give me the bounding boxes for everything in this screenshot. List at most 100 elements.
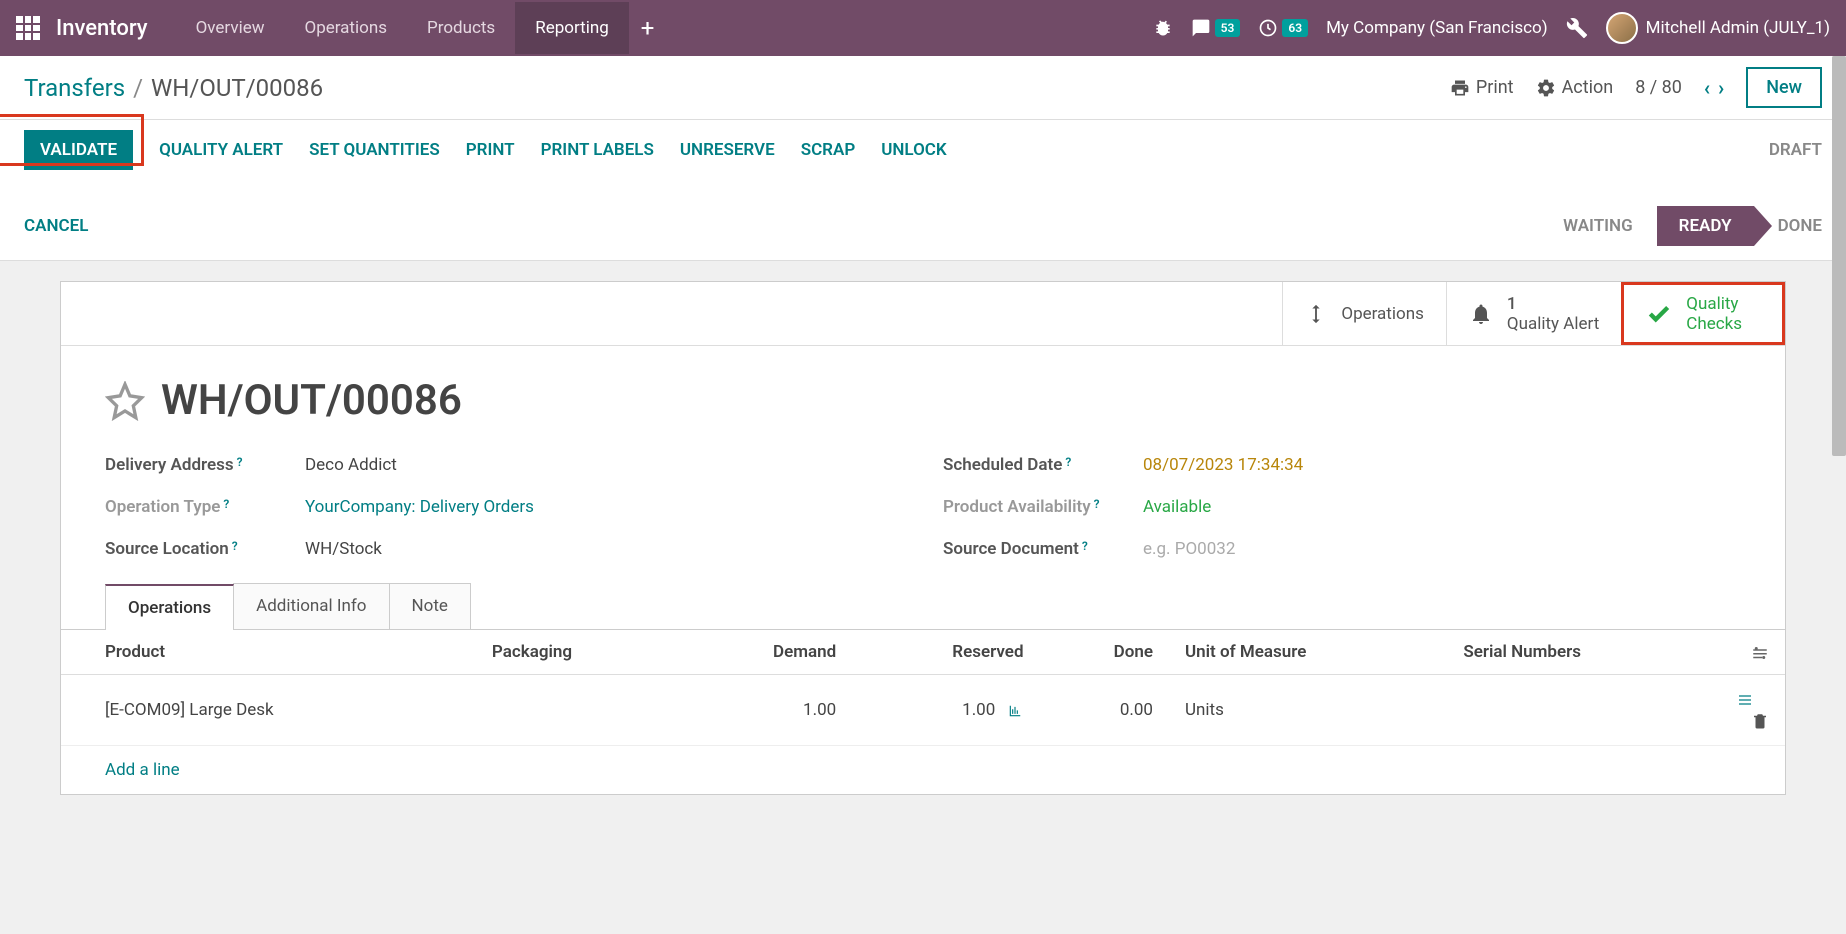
th-done[interactable]: Done (1040, 630, 1169, 675)
source-location-label: Source Location? (105, 539, 305, 559)
activities-icon[interactable]: 63 (1258, 18, 1308, 38)
cell-done[interactable]: 0.00 (1040, 675, 1169, 746)
cell-packaging[interactable] (476, 675, 680, 746)
company-selector[interactable]: My Company (San Francisco) (1326, 18, 1548, 38)
status-draft: DRAFT (1769, 140, 1822, 160)
pager[interactable]: 8 / 80 (1635, 77, 1682, 98)
activities-badge: 63 (1282, 19, 1308, 37)
table-row[interactable]: [E-COM09] Large Desk 1.00 1.00 0.00 Unit… (61, 675, 1785, 746)
stat-operations-label: Operations (1341, 304, 1424, 324)
product-availability-value: Available (1143, 497, 1211, 517)
th-uom[interactable]: Unit of Measure (1169, 630, 1447, 675)
messages-icon[interactable]: 53 (1191, 18, 1241, 38)
bug-icon[interactable] (1153, 18, 1173, 38)
pager-next[interactable]: › (1718, 76, 1724, 100)
status-done[interactable]: DONE (1778, 216, 1822, 236)
pager-prev[interactable]: ‹ (1704, 76, 1710, 100)
source-document-label: Source Document? (943, 539, 1143, 559)
stat-quality-alert-text: 1 Quality Alert (1507, 294, 1599, 334)
product-availability-label: Product Availability? (943, 497, 1143, 517)
forecast-icon[interactable] (1006, 700, 1024, 720)
delivery-address-value[interactable]: Deco Addict (305, 455, 397, 475)
breadcrumb-sep: / (133, 74, 143, 102)
cell-demand[interactable]: 1.00 (679, 675, 852, 746)
cell-uom[interactable]: Units (1169, 675, 1447, 746)
form-wrap: Operations 1 Quality Alert QualityChecks (0, 261, 1846, 815)
nav-item-operations[interactable]: Operations (285, 2, 408, 54)
stat-operations[interactable]: Operations (1282, 282, 1446, 345)
th-reserved[interactable]: Reserved (852, 630, 1039, 675)
stat-quality-checks[interactable]: QualityChecks (1621, 282, 1785, 345)
unlock-button[interactable]: UNLOCK (881, 140, 946, 160)
operation-type-label: Operation Type? (105, 497, 305, 517)
scheduled-date-value[interactable]: 08/07/2023 17:34:34 (1143, 455, 1303, 475)
stat-quality-checks-label: QualityChecks (1686, 294, 1742, 334)
th-settings[interactable] (1719, 630, 1785, 675)
action-bar: VALIDATE QUALITY ALERT SET QUANTITIES PR… (0, 120, 1846, 261)
cell-serial[interactable] (1447, 675, 1719, 746)
cell-actions (1719, 675, 1785, 746)
status-ready[interactable]: READY (1657, 206, 1754, 246)
tab-note[interactable]: Note (389, 583, 471, 629)
scheduled-date-label: Scheduled Date? (943, 455, 1143, 475)
user-menu[interactable]: Mitchell Admin (JULY_1) (1606, 12, 1830, 44)
th-product[interactable]: Product (61, 630, 476, 675)
nav-item-reporting[interactable]: Reporting (515, 2, 629, 54)
operations-table: Product Packaging Demand Reserved Done U… (61, 630, 1785, 794)
add-line-button[interactable]: Add a line (105, 760, 180, 780)
print-labels-button[interactable]: PRINT LABELS (541, 140, 654, 160)
stat-button-row: Operations 1 Quality Alert QualityChecks (61, 282, 1785, 346)
check-icon (1646, 300, 1672, 326)
validate-button[interactable]: VALIDATE (24, 130, 133, 170)
new-button[interactable]: New (1746, 67, 1822, 108)
operation-type-value[interactable]: YourCompany: Delivery Orders (305, 497, 534, 517)
tabs: Operations Additional Info Note (61, 583, 1785, 630)
set-quantities-button[interactable]: SET QUANTITIES (309, 140, 440, 160)
title-row: WH/OUT/00086 (61, 346, 1785, 445)
breadcrumb: Transfers / WH/OUT/00086 (24, 74, 323, 102)
action-button[interactable]: Action (1536, 77, 1614, 98)
source-location-value[interactable]: WH/Stock (305, 539, 382, 559)
arrows-icon (1305, 300, 1327, 328)
cell-reserved[interactable]: 1.00 (852, 675, 1039, 746)
breadcrumb-bar: Transfers / WH/OUT/00086 Print Action 8 … (0, 56, 1846, 120)
document-title: WH/OUT/00086 (161, 376, 462, 425)
scrollbar[interactable] (1832, 56, 1846, 934)
quality-alert-button[interactable]: QUALITY ALERT (159, 140, 283, 160)
apps-icon[interactable] (16, 16, 40, 40)
status-waiting[interactable]: WAITING (1563, 216, 1633, 236)
avatar (1606, 12, 1638, 44)
delete-icon[interactable] (1751, 710, 1769, 731)
scroll-thumb[interactable] (1832, 56, 1846, 456)
nav-item-products[interactable]: Products (407, 2, 515, 54)
print-button[interactable]: Print (1450, 77, 1514, 98)
nav-menu: Overview Operations Products Reporting (176, 2, 629, 54)
tab-additional-info[interactable]: Additional Info (233, 583, 389, 629)
app-brand[interactable]: Inventory (56, 16, 148, 41)
th-demand[interactable]: Demand (679, 630, 852, 675)
breadcrumb-current: WH/OUT/00086 (151, 74, 323, 102)
cell-product[interactable]: [E-COM09] Large Desk (61, 675, 476, 746)
scrap-button[interactable]: SCRAP (801, 140, 856, 160)
star-icon[interactable] (105, 381, 145, 421)
th-serial[interactable]: Serial Numbers (1447, 630, 1719, 675)
tab-operations[interactable]: Operations (105, 584, 234, 630)
breadcrumb-parent[interactable]: Transfers (24, 74, 125, 102)
nav-item-overview[interactable]: Overview (176, 2, 285, 54)
user-name: Mitchell Admin (JULY_1) (1646, 18, 1830, 38)
print-action-button[interactable]: PRINT (466, 140, 515, 160)
messages-badge: 53 (1215, 19, 1241, 37)
stat-quality-alert[interactable]: 1 Quality Alert (1446, 282, 1621, 345)
nav-plus-button[interactable]: + (629, 14, 667, 42)
unreserve-button[interactable]: UNRESERVE (680, 140, 775, 160)
source-document-value[interactable]: e.g. PO0032 (1143, 539, 1235, 559)
form-sheet: Operations 1 Quality Alert QualityChecks (60, 281, 1786, 795)
tools-icon[interactable] (1566, 17, 1588, 39)
th-packaging[interactable]: Packaging (476, 630, 680, 675)
top-navbar: Inventory Overview Operations Products R… (0, 0, 1846, 56)
bell-icon (1469, 301, 1493, 326)
fields-grid: Delivery Address? Deco Addict Operation … (61, 445, 1785, 583)
detail-icon[interactable] (1735, 689, 1755, 710)
delivery-address-label: Delivery Address? (105, 455, 305, 475)
cancel-button[interactable]: CANCEL (24, 216, 88, 236)
